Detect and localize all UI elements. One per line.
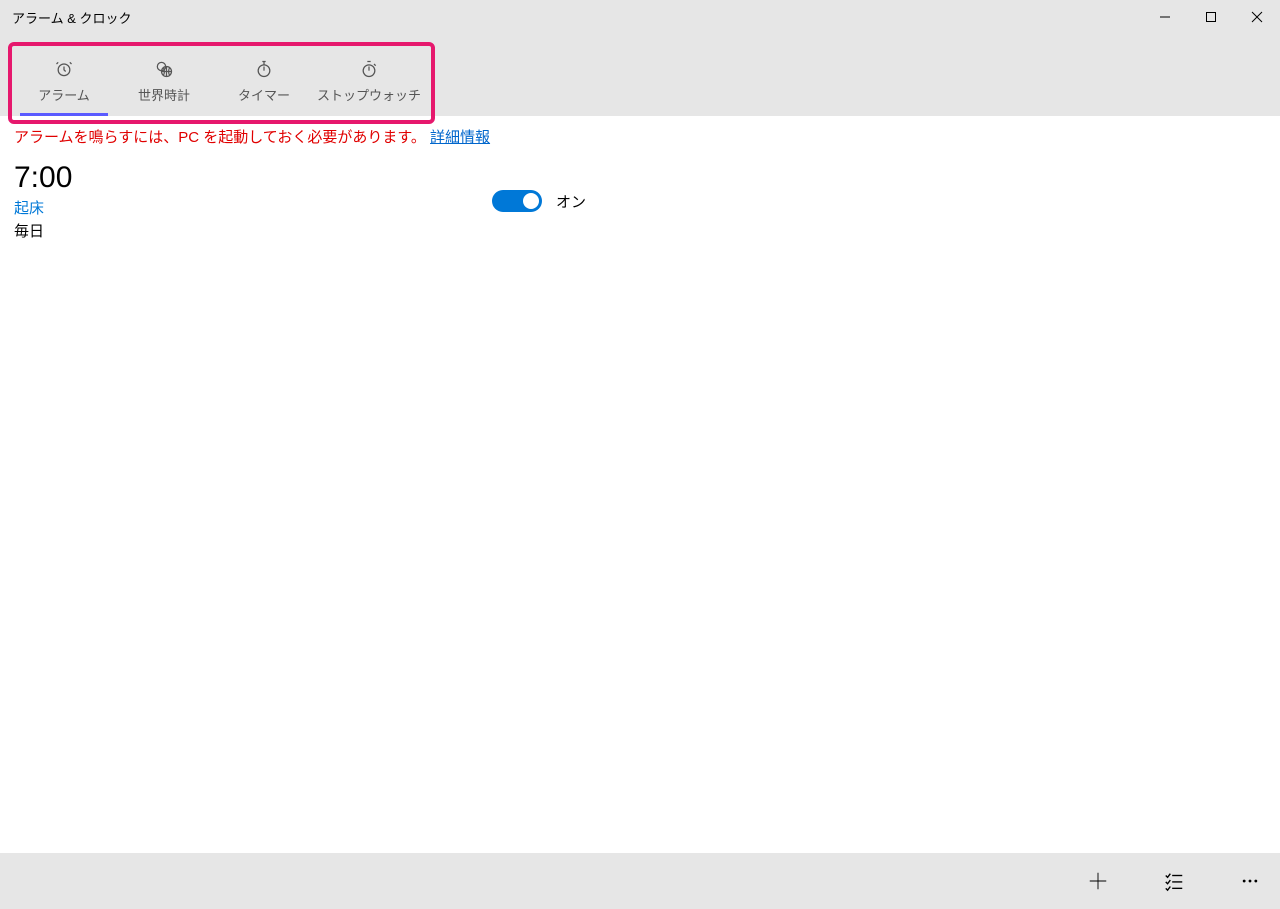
plus-icon bbox=[1087, 870, 1109, 892]
more-icon bbox=[1240, 871, 1260, 891]
bottom-bar bbox=[0, 853, 1280, 909]
tab-stopwatch[interactable]: ストップウォッチ bbox=[314, 46, 424, 116]
alarm-info: 7:00 起床 毎日 bbox=[14, 161, 72, 241]
add-alarm-button[interactable] bbox=[1078, 861, 1118, 901]
alarm-repeat: 毎日 bbox=[14, 220, 72, 241]
tab-stopwatch-label: ストップウォッチ bbox=[317, 85, 421, 104]
window-controls bbox=[1142, 0, 1280, 34]
world-clock-icon bbox=[154, 59, 174, 79]
minimize-icon bbox=[1159, 11, 1171, 23]
alarm-toggle-label: オン bbox=[556, 191, 586, 212]
more-info-link[interactable]: 詳細情報 bbox=[430, 129, 490, 146]
toggle-knob bbox=[523, 193, 539, 209]
stopwatch-icon bbox=[359, 59, 379, 79]
tab-timer[interactable]: タイマー bbox=[214, 46, 314, 116]
content-area: アラームを鳴らすには、PC を起動しておく必要があります。 詳細情報 7:00 … bbox=[0, 116, 1280, 853]
close-icon bbox=[1251, 11, 1263, 23]
minimize-button[interactable] bbox=[1142, 0, 1188, 34]
checklist-icon bbox=[1163, 870, 1185, 892]
app-title: アラーム & クロック bbox=[12, 8, 132, 27]
close-button[interactable] bbox=[1234, 0, 1280, 34]
alarm-time: 7:00 bbox=[14, 161, 72, 195]
tab-world-clock-label: 世界時計 bbox=[138, 85, 190, 104]
alarm-name: 起床 bbox=[14, 197, 72, 218]
select-alarms-button[interactable] bbox=[1154, 861, 1194, 901]
alarm-toggle-group: オン bbox=[492, 190, 586, 212]
timer-icon bbox=[254, 59, 274, 79]
tab-alarm-label: アラーム bbox=[38, 85, 90, 104]
alarm-toggle[interactable] bbox=[492, 190, 542, 212]
maximize-icon bbox=[1205, 11, 1217, 23]
tab-alarm[interactable]: アラーム bbox=[14, 46, 114, 116]
titlebar: アラーム & クロック bbox=[0, 0, 1280, 34]
notice-text: アラームを鳴らすには、PC を起動しておく必要があります。 bbox=[14, 129, 426, 146]
alarm-item[interactable]: 7:00 起床 毎日 オン bbox=[0, 151, 1280, 251]
tab-timer-label: タイマー bbox=[238, 85, 290, 104]
tab-world-clock[interactable]: 世界時計 bbox=[114, 46, 214, 116]
notice-banner: アラームを鳴らすには、PC を起動しておく必要があります。 詳細情報 bbox=[0, 116, 1280, 151]
maximize-button[interactable] bbox=[1188, 0, 1234, 34]
alarm-clock-icon bbox=[54, 59, 74, 79]
more-options-button[interactable] bbox=[1230, 861, 1270, 901]
tab-bar: アラーム 世界時計 タイマー ストップウォッチ bbox=[0, 34, 1280, 116]
